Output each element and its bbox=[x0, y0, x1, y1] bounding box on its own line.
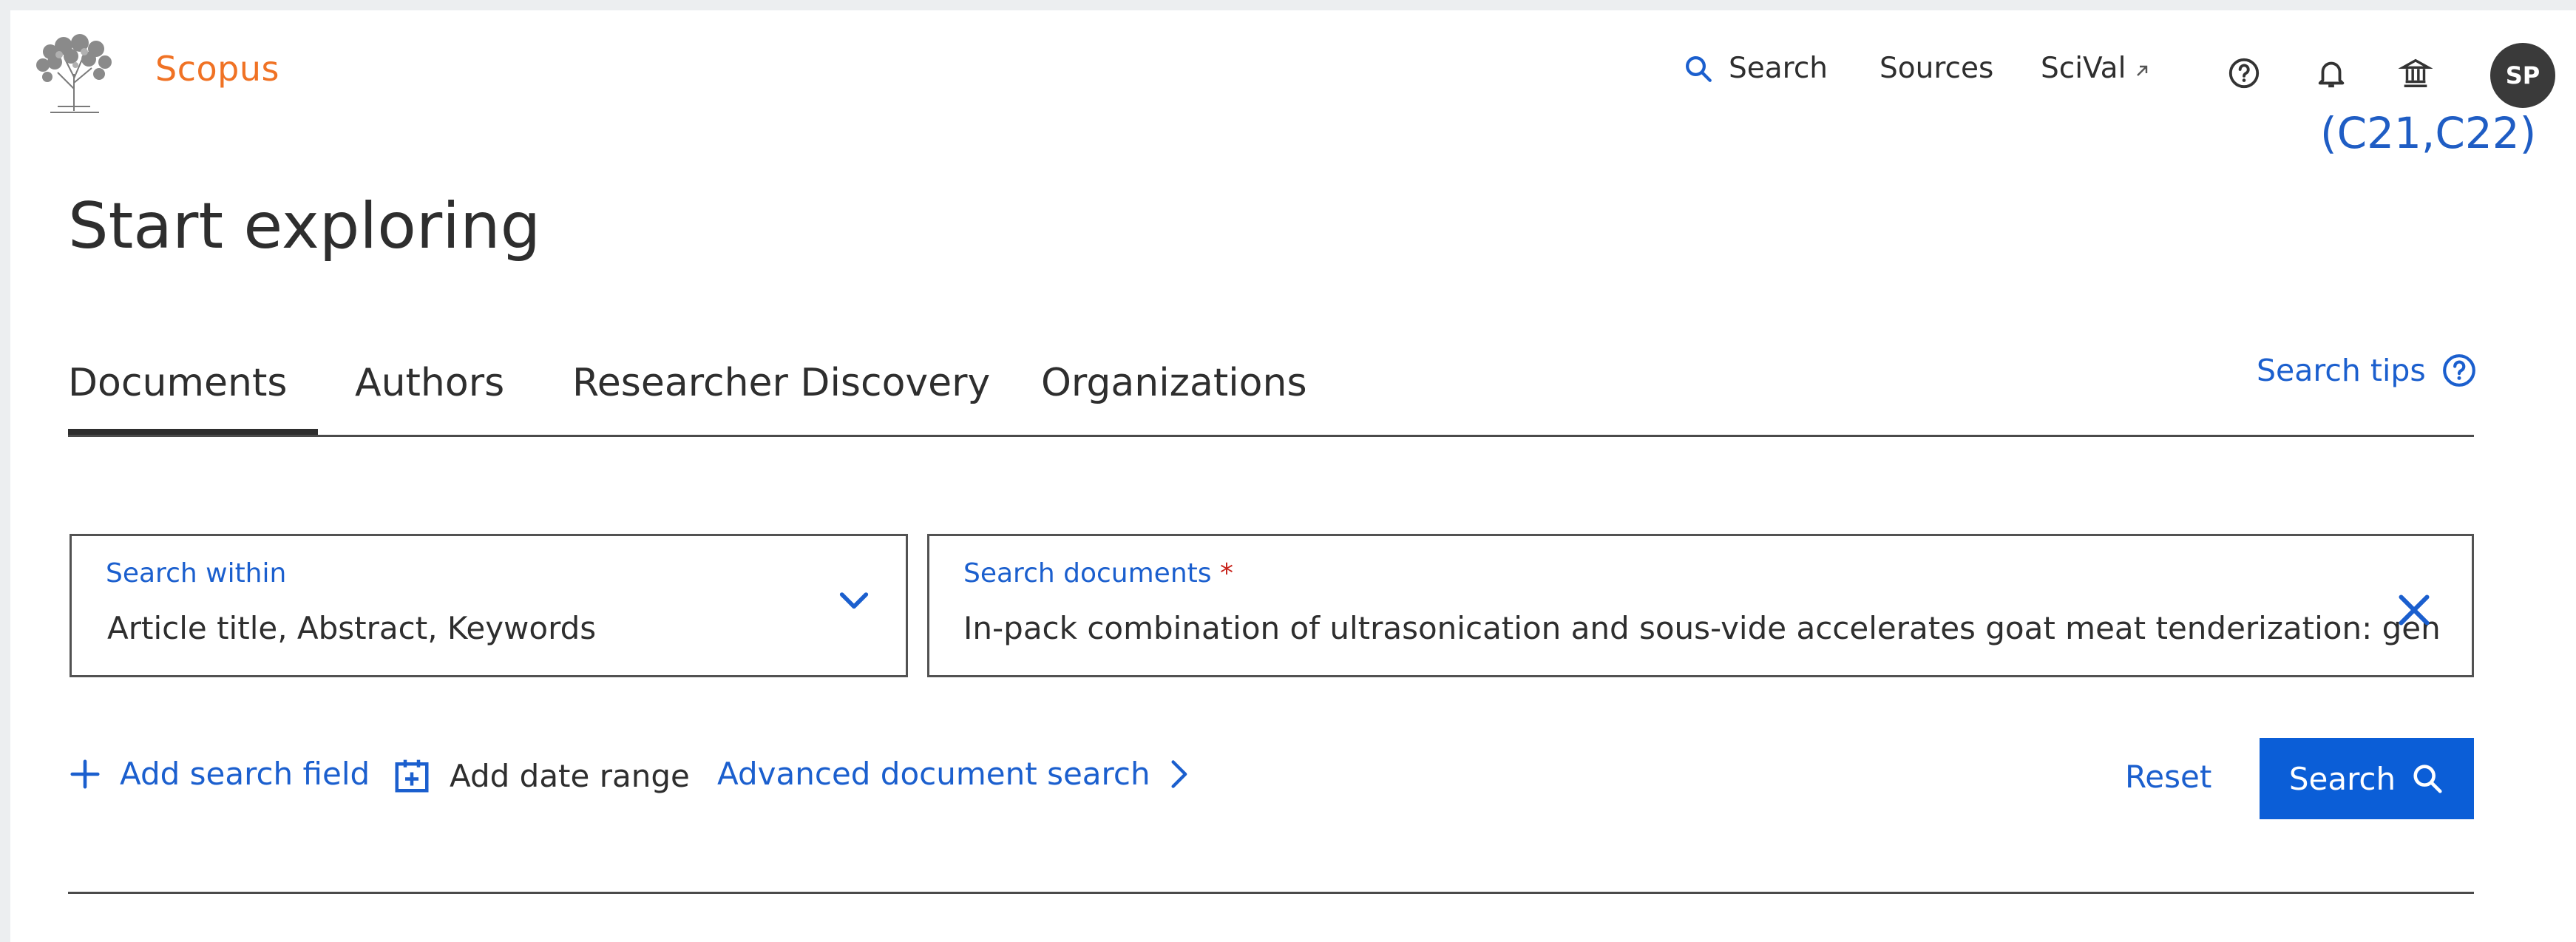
add-date-range-button[interactable]: Add date range bbox=[392, 756, 690, 796]
nav-sources-link[interactable]: Sources bbox=[1880, 52, 1993, 85]
search-documents-label-text: Search documents bbox=[963, 558, 1212, 589]
search-button-label: Search bbox=[2288, 760, 2396, 797]
help-icon[interactable] bbox=[2227, 56, 2261, 90]
add-search-field-button[interactable]: Add search field bbox=[68, 756, 370, 792]
bell-icon[interactable] bbox=[2314, 56, 2348, 90]
search-documents-input[interactable]: In-pack combination of ultrasonication a… bbox=[963, 610, 2442, 646]
search-button[interactable]: Search bbox=[2260, 738, 2474, 819]
help-circle-icon bbox=[2442, 354, 2475, 387]
institution-icon[interactable] bbox=[2399, 56, 2433, 90]
close-icon[interactable] bbox=[2392, 588, 2436, 632]
search-within-select[interactable]: Search within Article title, Abstract, K… bbox=[70, 534, 908, 677]
nav-scival-label: SciVal bbox=[2041, 52, 2126, 85]
tab-authors[interactable]: Authors bbox=[355, 361, 504, 405]
add-date-range-label: Add date range bbox=[450, 757, 690, 794]
tab-documents[interactable]: Documents bbox=[68, 361, 288, 405]
page-title: Start exploring bbox=[68, 189, 541, 263]
plus-icon bbox=[70, 759, 100, 789]
search-icon bbox=[1686, 55, 1712, 82]
advanced-search-label: Advanced document search bbox=[717, 756, 1150, 792]
page-frame bbox=[0, 0, 2576, 942]
logo-tree-icon[interactable] bbox=[28, 30, 120, 120]
nav-search-label: Search bbox=[1729, 52, 1828, 85]
add-search-field-label: Add search field bbox=[120, 756, 370, 792]
search-documents-label: Search documents * bbox=[963, 558, 1233, 589]
chevron-down-icon bbox=[839, 592, 869, 609]
nav-scival-link[interactable]: SciVal bbox=[2041, 52, 2151, 85]
search-within-value: Article title, Abstract, Keywords bbox=[107, 610, 597, 646]
calendar-add-icon bbox=[395, 759, 429, 793]
search-within-label: Search within bbox=[106, 558, 287, 589]
search-documents-field[interactable]: Search documents * In-pack combination o… bbox=[927, 534, 2474, 677]
brand-name[interactable]: Scopus bbox=[155, 49, 279, 89]
section-divider bbox=[68, 892, 2474, 894]
advanced-search-link[interactable]: Advanced document search bbox=[717, 756, 1192, 792]
external-link-icon bbox=[2137, 65, 2148, 76]
chevron-right-icon bbox=[1171, 759, 1187, 788]
search-tips-link[interactable]: Search tips bbox=[2257, 352, 2478, 389]
search-tips-label: Search tips bbox=[2257, 353, 2426, 388]
tabs-divider bbox=[68, 435, 2474, 437]
required-mark: * bbox=[1219, 558, 1233, 589]
nav-search-link[interactable]: Search bbox=[1683, 52, 1828, 85]
search-icon bbox=[2413, 765, 2442, 793]
reset-button[interactable]: Reset bbox=[2125, 759, 2211, 795]
tab-organizations[interactable]: Organizations bbox=[1041, 361, 1307, 405]
annotation-label: (C21,C22) bbox=[2320, 108, 2537, 158]
tab-researcher-discovery[interactable]: Researcher Discovery bbox=[572, 361, 990, 405]
avatar[interactable]: SP bbox=[2490, 43, 2555, 108]
